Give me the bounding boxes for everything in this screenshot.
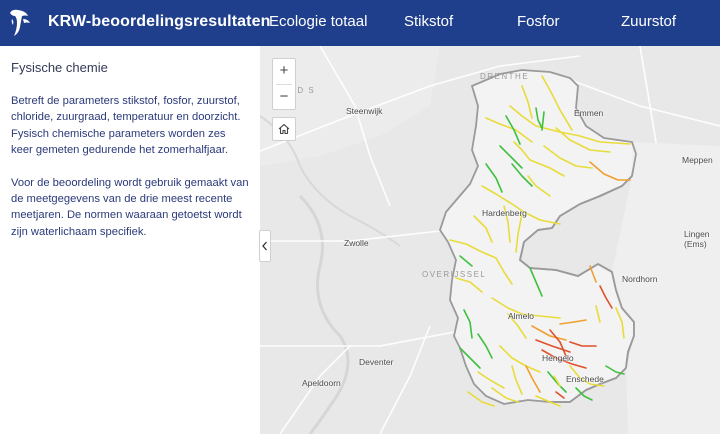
home-icon [278,123,290,135]
zoom-out-button[interactable]: − [273,85,295,110]
map-canvas [260,46,720,434]
place-label-hardenberg: Hardenberg [482,208,527,218]
app-header: KRW-beoordelingsresultaten Ecologie tota… [0,0,720,46]
app-title: KRW-beoordelingsresultaten [48,13,271,30]
place-label-lingen-ems: Lingen (Ems) [684,229,710,249]
logo-icon [10,9,30,37]
zoom-in-button[interactable]: + [273,59,295,84]
region-label-overijssel: OVERIJSSEL [422,270,487,279]
place-label-apeldoorn: Apeldoorn [302,378,341,388]
place-label-emmen: Emmen [574,108,604,118]
map-view[interactable]: DRENTHE OVERIJSSEL L D S Emmen Steenwijk… [260,46,720,434]
panel-paragraph-1: Betreft de parameters stikstof, fosfor, … [11,95,241,157]
home-button[interactable] [272,117,296,141]
place-label-steenwijk: Steenwijk [346,106,383,116]
place-label-nordhorn: Nordhorn [622,274,658,284]
place-label-hengelo: Hengelo [542,353,574,363]
place-label-almelo: Almelo [508,311,534,321]
zoom-controls: + − [272,58,296,110]
place-label-meppen: Meppen [682,155,713,165]
place-label-deventer: Deventer [359,357,394,367]
tab-stikstof[interactable]: Stikstof [404,13,453,30]
place-label-zwolle: Zwolle [344,238,369,248]
panel-title: Fysische chemie [11,60,108,75]
region-label-drenthe: DRENTHE [480,72,530,81]
chevron-left-icon [262,241,267,251]
tab-ecologie-totaal[interactable]: Ecologie totaal [269,13,367,30]
panel-paragraph-2: Voor de beoordeling wordt gebruik gemaak… [11,176,249,238]
collapse-panel-button[interactable] [259,230,271,262]
place-label-enschede: Enschede [566,374,604,384]
tab-zuurstof[interactable]: Zuurstof [621,13,676,30]
tab-fosfor[interactable]: Fosfor [517,13,560,30]
info-panel: Fysische chemie Betreft de parameters st… [0,46,260,434]
